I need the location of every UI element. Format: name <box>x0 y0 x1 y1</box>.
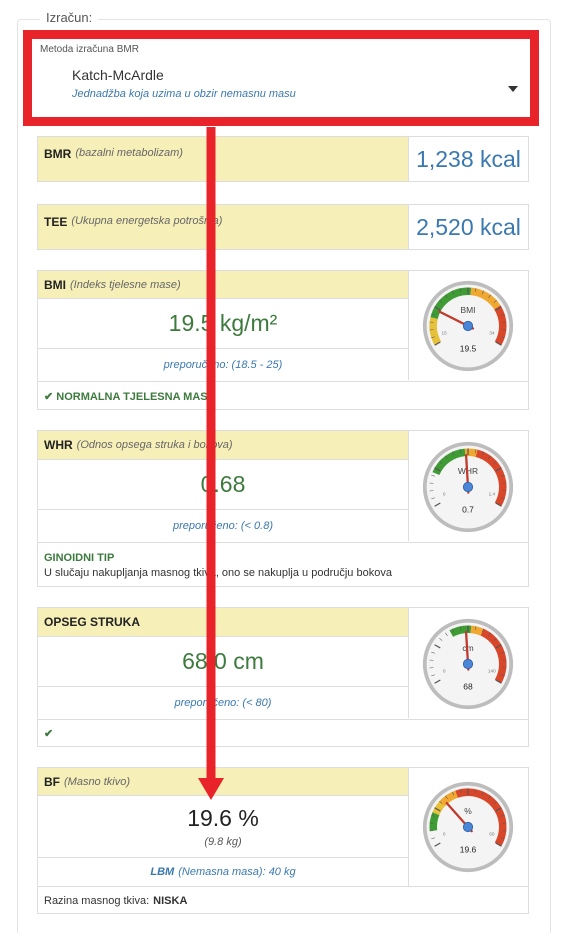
bf-value-block: 19.6 % (9.8 kg) <box>38 796 408 858</box>
gauge-reading: 19.5 <box>460 343 477 353</box>
gauge-hub <box>462 821 474 833</box>
bmr-card: BMR (bazalni metabolizam) 1,238 kcal <box>37 136 529 182</box>
tee-header: TEE (Ukupna energetska potrošnja) <box>38 205 409 249</box>
gauge-max-label: 34 <box>489 331 495 336</box>
waist-title: OPSEG STRUKA <box>44 615 141 629</box>
waist-value: 68.0 cm <box>38 637 408 687</box>
gauge-max-label: 1.4 <box>489 491 496 496</box>
gauge-hub <box>462 320 474 332</box>
bmr-method-select[interactable]: Metoda izračuna BMR Katch-McArdle Jednad… <box>23 30 539 126</box>
tee-card: TEE (Ukupna energetska potrošnja) 2,520 … <box>37 204 529 250</box>
whr-type-description: U slučaju nakupljanja masnog tkiva, ono … <box>44 566 392 579</box>
gauge-hub <box>462 658 474 669</box>
bmr-value: 1,238 kcal <box>416 145 521 172</box>
bf-value: 19.6 % <box>187 805 259 831</box>
bf-level-value: NISKA <box>153 894 188 907</box>
whr-title: WHR <box>44 438 73 452</box>
whr-card: WHR (Odnos opsega struka i bokova) 0.68 … <box>37 430 529 587</box>
whr-value: 0.68 <box>38 460 408 510</box>
bmi-value: 19.5 kg/m² <box>38 299 408 349</box>
bf-level-label: Razina masnog tkiva: <box>44 894 150 907</box>
bf-gauge-dial: 0 60% 19.6 <box>422 781 514 873</box>
bf-subtitle: (Masno tkivo) <box>64 775 131 788</box>
gauge-min-label: 0 <box>443 832 446 837</box>
gauge-band <box>464 447 478 457</box>
whr-subtitle: (Odnos opsega struka i bokova) <box>76 439 233 451</box>
bmr-title: BMR <box>44 147 72 161</box>
bf-level: Razina masnog tkiva: NISKA <box>38 886 528 914</box>
bmi-recommended: preporučeno: (18.5 - 25) <box>163 358 283 371</box>
gauge-min-label: 0 <box>443 668 446 673</box>
bmi-header: BMI (Indeks tjelesne mase) <box>38 271 408 299</box>
bmi-gauge-dial: 15 34 BMI 19.5 <box>422 280 514 372</box>
waist-recommended: preporučeno: (< 80) <box>174 696 272 709</box>
gauge-band <box>470 625 484 636</box>
bmr-subtitle: (bazalni metabolizam) <box>75 147 183 159</box>
bf-title: BF <box>44 774 60 789</box>
bf-card: BF (Masno tkivo) 19.6 % (9.8 kg) LBM (Ne… <box>37 767 529 914</box>
bmr-method-description: Jednadžba koja uzima u obzir nemasnu mas… <box>72 88 296 100</box>
bmi-subtitle: (Indeks tjelesne mase) <box>70 278 181 291</box>
bmi-gauge: 15 34 BMI 19.5 <box>408 271 528 381</box>
tee-title: TEE <box>44 215 68 229</box>
bmr-method-label: Metoda izračuna BMR <box>40 44 139 55</box>
caret-down-icon[interactable] <box>508 86 518 92</box>
tee-value: 2,520 kcal <box>416 213 521 240</box>
bmi-status: ✔ NORMALNA TJELESNA MASA <box>38 381 528 410</box>
bf-mass: (9.8 kg) <box>204 836 242 848</box>
gauge-label: BMI <box>460 305 475 315</box>
gauge-reading: 0.7 <box>462 504 474 514</box>
lbm-text: (Nemasna masa): 40 kg <box>178 866 296 878</box>
whr-type-title: GINOIDNI TIP <box>44 551 115 564</box>
whr-recommended: preporučeno: (< 0.8) <box>173 519 273 532</box>
bf-gauge: 0 60% 19.6 <box>408 768 528 886</box>
gauge-min-label: 0 <box>443 491 446 496</box>
bmi-status-text: ✔ NORMALNA TJELESNA MASA <box>44 390 216 403</box>
waist-header: OPSEG STRUKA <box>38 608 408 637</box>
gauge-band <box>429 317 442 346</box>
lbm-label: LBM <box>150 866 175 878</box>
tee-subtitle: (Ukupna energetska potrošnja) <box>71 215 223 227</box>
bmr-method-value: Katch-McArdle <box>72 67 164 83</box>
waist-gauge: 0140cm68 <box>408 608 528 719</box>
gauge-reading: 68 <box>463 681 473 691</box>
gauge-max-label: 140 <box>488 668 496 673</box>
waist-status: ✔ <box>38 719 528 747</box>
gauge-max-label: 60 <box>489 832 495 837</box>
bf-header: BF (Masno tkivo) <box>38 768 408 796</box>
gauge-hub <box>462 481 474 492</box>
bmi-card: BMI (Indeks tjelesne mase) 19.5 kg/m² pr… <box>37 270 529 410</box>
check-icon: ✔ <box>44 728 54 740</box>
whr-type: GINOIDNI TIP U slučaju nakupljanja masno… <box>38 542 528 587</box>
gauge-min-label: 15 <box>442 331 448 336</box>
lbm-line: LBM (Nemasna masa): 40 kg <box>38 858 408 886</box>
waist-gauge-dial: 0140cm68 <box>422 618 514 709</box>
bmr-header: BMR (bazalni metabolizam) <box>38 137 409 181</box>
gauge-label: % <box>464 806 472 816</box>
fieldset-legend: Izračun: <box>40 10 99 25</box>
waist-card: OPSEG STRUKA 68.0 cm preporučeno: (< 80)… <box>37 607 529 747</box>
whr-header: WHR (Odnos opsega struka i bokova) <box>38 431 408 460</box>
whr-gauge-dial: 01.4WHR0.7 <box>422 441 514 532</box>
gauge-reading: 19.6 <box>460 844 477 854</box>
bmi-title: BMI <box>44 277 66 292</box>
whr-gauge: 01.4WHR0.7 <box>408 431 528 542</box>
